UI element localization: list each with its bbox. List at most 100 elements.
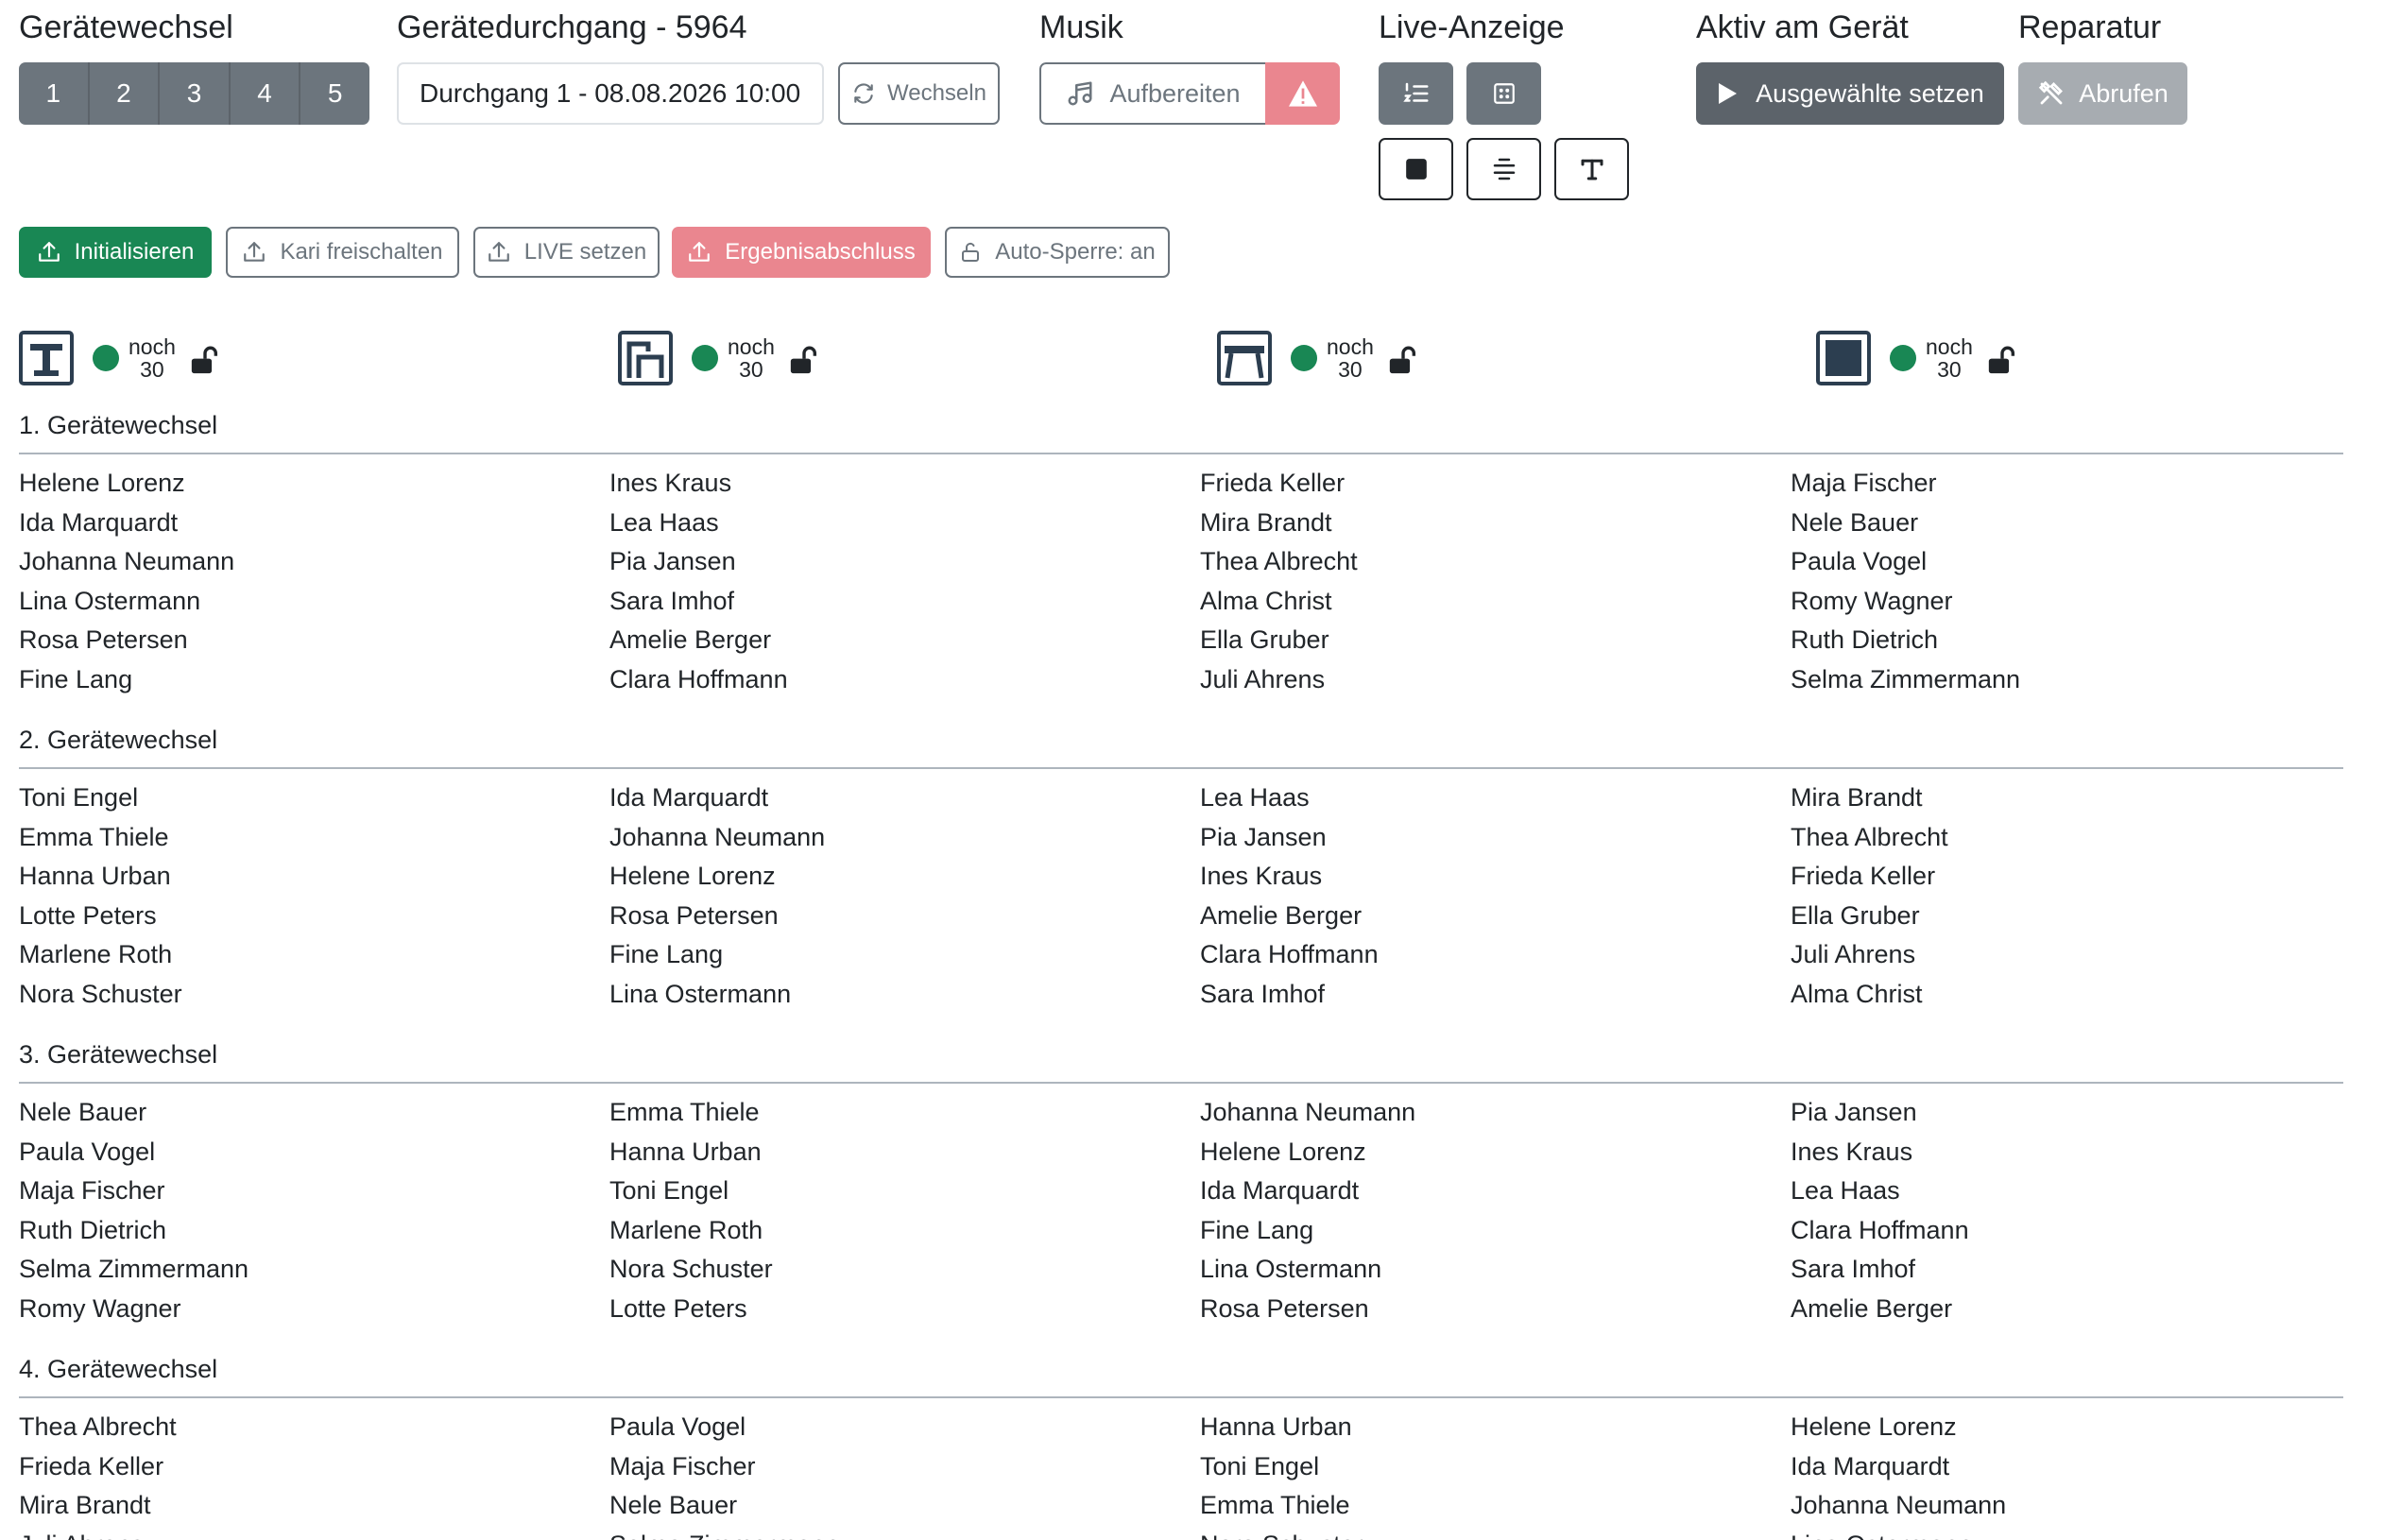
- gymnast-name: Juli Ahrens: [1791, 940, 1916, 969]
- ausgewaehlte-setzen-button[interactable]: Ausgewählte setzen: [1696, 62, 2004, 125]
- upload-icon: [244, 242, 266, 262]
- gymnast-name: Toni Engel: [609, 1176, 729, 1206]
- geraetedurchgang-title: Gerätedurchgang - 5964: [397, 9, 747, 45]
- gymnast-name: Paula Vogel: [609, 1412, 746, 1441]
- gymnast-name: Romy Wagner: [1791, 586, 1953, 615]
- unlock-icon[interactable]: [788, 344, 820, 376]
- kari-freischalten-button[interactable]: Kari freischalten: [226, 227, 459, 278]
- ergebnisabschluss-button[interactable]: Ergebnisabschluss: [672, 227, 931, 278]
- gymnast-name: Thea Albrecht: [1791, 822, 1948, 851]
- remaining-counter: noch 30: [728, 334, 775, 382]
- remaining-counter: noch 30: [1327, 334, 1374, 382]
- rotation-button-3[interactable]: 3: [160, 62, 231, 125]
- musik-warning-button[interactable]: [1265, 62, 1340, 125]
- swap-arrows-icon: [854, 83, 873, 104]
- geraetewechsel-title: Gerätewechsel: [19, 9, 233, 45]
- gymnast-name: Ines Kraus: [1791, 1137, 1913, 1166]
- gymnast-name: Amelie Berger: [1791, 1294, 1953, 1323]
- live-grid-button[interactable]: [1466, 62, 1541, 125]
- gymnast-name: Clara Hoffmann: [609, 665, 788, 693]
- ergebnisabschluss-label: Ergebnisabschluss: [725, 239, 916, 265]
- gymnast-name: Hanna Urban: [1200, 1412, 1352, 1441]
- gymnast-name: Juli Ahrens: [1200, 665, 1326, 693]
- status-dot: [692, 345, 718, 371]
- round-title: 3. Gerätewechsel: [19, 1040, 218, 1069]
- gymnast-name: Maja Fischer: [19, 1176, 165, 1206]
- liveanzeige-title: Live-Anzeige: [1379, 9, 1565, 45]
- round-divider: [19, 1396, 2343, 1398]
- rotation-button-5[interactable]: 5: [300, 62, 369, 125]
- abrufen-button[interactable]: Abrufen: [2018, 62, 2187, 125]
- round-divider: [19, 767, 2343, 769]
- gymnast-name: Toni Engel: [1200, 1451, 1320, 1480]
- auto-sperre-button[interactable]: Auto-Sperre: an: [945, 227, 1170, 278]
- live-text-button[interactable]: [1554, 138, 1629, 200]
- abrufen-label: Abrufen: [2079, 78, 2169, 108]
- gymnast-name: Frieda Keller: [19, 1451, 164, 1480]
- gymnast-name: Maja Fischer: [1791, 469, 1937, 497]
- live-list-button[interactable]: [1379, 62, 1453, 125]
- apparatus-header-floor: noch 30: [1816, 327, 2018, 389]
- status-dot: [93, 345, 119, 371]
- unlock-icon[interactable]: [1986, 344, 2018, 376]
- gymnast-name: Selma Zimmermann: [1791, 665, 2021, 693]
- live-setzen-button[interactable]: LIVE setzen: [473, 227, 660, 278]
- live-center-button[interactable]: [1466, 138, 1541, 200]
- gymnast-name: Alma Christ: [1200, 586, 1332, 615]
- unlock-icon[interactable]: [1387, 344, 1419, 376]
- gymnast-name: Johanna Neumann: [1200, 1098, 1416, 1126]
- gymnast-name: Ida Marquardt: [19, 507, 179, 537]
- gymnast-name: Toni Engel: [19, 783, 139, 812]
- page: Gerätewechsel Gerätedurchgang - 5964 Mus…: [0, 0, 2400, 1540]
- gymnast-name: Sara Imhof: [609, 586, 735, 615]
- gymnast-name: Selma Zimmermann: [609, 1530, 839, 1540]
- gymnast-name: Amelie Berger: [609, 625, 772, 655]
- wechseln-button[interactable]: Wechseln: [838, 62, 1000, 125]
- stop-square-icon: [1405, 159, 1427, 180]
- durchgang-select[interactable]: Durchgang 1 - 08.08.2026 10:00: [397, 62, 824, 125]
- warning-triangle-icon: [1288, 80, 1317, 107]
- gymnast-name: Hanna Urban: [609, 1137, 762, 1166]
- gymnast-name: Thea Albrecht: [1200, 547, 1358, 576]
- gymnast-name: Pia Jansen: [609, 547, 736, 576]
- gymnast-name: Emma Thiele: [609, 1098, 760, 1126]
- gymnast-name: Helene Lorenz: [609, 862, 776, 891]
- gymnast-name: Helene Lorenz: [19, 469, 185, 497]
- auto-sperre-label: Auto-Sperre: an: [995, 239, 1156, 265]
- tools-icon: [2039, 80, 2064, 105]
- gymnast-name: Clara Hoffmann: [1200, 940, 1379, 969]
- rotation-button-1[interactable]: 1: [19, 62, 90, 125]
- gymnast-name: Ida Marquardt: [1791, 1451, 1950, 1480]
- rotation-button-group: 1 2 3 4 5: [19, 62, 369, 125]
- gymnast-name: Lea Haas: [1791, 1176, 1900, 1206]
- gymnast-name: Marlene Roth: [609, 1215, 763, 1244]
- vault-icon: [19, 331, 74, 385]
- live-setzen-label: LIVE setzen: [523, 239, 647, 265]
- floor-icon: [1816, 331, 1871, 385]
- initialisieren-button[interactable]: Initialisieren: [19, 227, 212, 278]
- remaining-counter: noch 30: [1926, 334, 1973, 382]
- gymnast-name: Pia Jansen: [1791, 1098, 1917, 1126]
- gymnast-name: Lotte Peters: [19, 900, 157, 930]
- gymnast-name: Frieda Keller: [1200, 469, 1346, 497]
- gymnast-name: Johanna Neumann: [609, 822, 826, 851]
- gymnast-name: Lina Ostermann: [609, 980, 792, 1008]
- gymnast-name: Ines Kraus: [609, 469, 732, 497]
- aufbereiten-button[interactable]: Aufbereiten: [1039, 62, 1265, 125]
- live-stop-button[interactable]: [1379, 138, 1453, 200]
- play-icon: [1719, 83, 1738, 104]
- gymnast-name: Romy Wagner: [19, 1294, 181, 1323]
- round-divider: [19, 1082, 2343, 1084]
- unlock-icon[interactable]: [189, 344, 221, 376]
- gymnast-name: Fine Lang: [19, 665, 133, 693]
- unlock-icon: [962, 242, 980, 262]
- gymnast-name: Fine Lang: [609, 940, 724, 969]
- gymnast-name: Lea Haas: [609, 507, 719, 537]
- gymnast-name: Pia Jansen: [1200, 822, 1327, 851]
- rotation-button-2[interactable]: 2: [90, 62, 161, 125]
- round-title: 2. Gerätewechsel: [19, 726, 218, 754]
- aktiv-title: Aktiv am Gerät: [1696, 9, 1909, 45]
- gymnast-name: Alma Christ: [1791, 980, 1923, 1008]
- rotation-button-4[interactable]: 4: [231, 62, 301, 125]
- round-divider: [19, 453, 2343, 454]
